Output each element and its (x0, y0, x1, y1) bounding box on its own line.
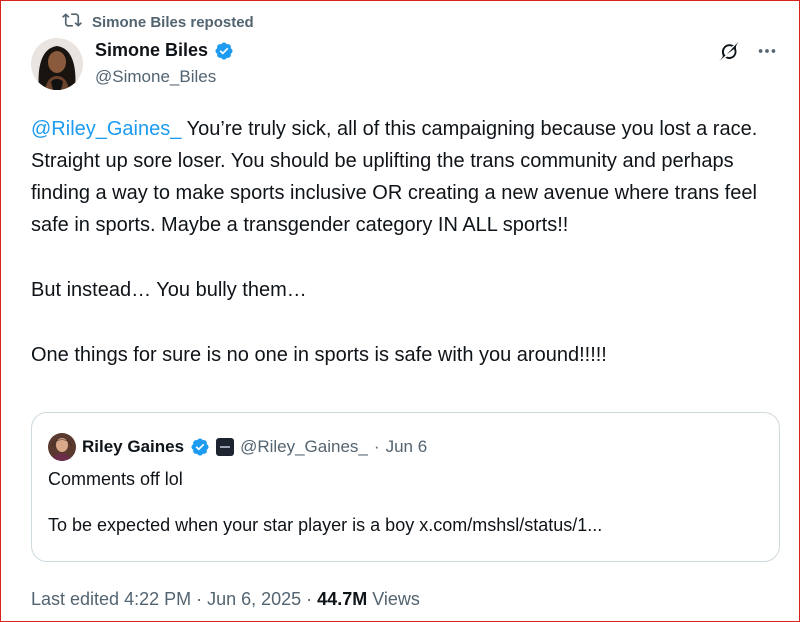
repost-text: Simone Biles reposted (92, 13, 254, 31)
views-count: 44.7M (317, 589, 368, 609)
quoted-author-handle[interactable]: @Riley_Gaines_ (240, 437, 368, 457)
tweet-footer: Last edited 4:22 PM · Jun 6, 2025 · 44.7… (31, 589, 420, 610)
quoted-tweet-body: Comments off lol To be expected when you… (48, 468, 602, 536)
edited-timestamp[interactable]: Last edited 4:22 PM · Jun 6, 2025 · (31, 589, 317, 609)
more-icon[interactable] (756, 40, 778, 67)
affiliate-badge-icon[interactable] (216, 438, 235, 456)
tweet-paragraph-2: But instead… You bully them… (31, 279, 307, 301)
author-name[interactable]: Simone Biles (95, 40, 208, 61)
verified-badge-icon[interactable] (214, 41, 234, 61)
quoted-author-avatar[interactable] (48, 433, 76, 461)
repost-indicator[interactable]: Simone Biles reposted (62, 12, 254, 32)
verified-badge-icon[interactable] (190, 437, 210, 457)
author-avatar[interactable] (31, 38, 83, 90)
author-handle[interactable]: @Simone_Biles (95, 67, 234, 87)
quoted-tweet-date[interactable]: Jun 6 (386, 437, 428, 457)
tweet-body: @Riley_Gaines_ You’re truly sick, all of… (31, 113, 786, 371)
author-info: Simone Biles @Simone_Biles (95, 40, 234, 87)
quoted-tweet-header: Riley Gaines @Riley_Gaines_ · Jun 6 (48, 433, 427, 461)
quoted-tweet[interactable]: Riley Gaines @Riley_Gaines_ · Jun 6 Comm… (31, 412, 780, 562)
grok-icon[interactable] (718, 40, 740, 67)
tweet-paragraph-3: One things for sure is no one in sports … (31, 344, 607, 366)
tweet-paragraph-1: @Riley_Gaines_ You’re truly sick, all of… (31, 113, 786, 241)
repost-icon (62, 10, 82, 34)
quoted-line-1: Comments off lol (48, 469, 183, 489)
quoted-author-name[interactable]: Riley Gaines (82, 437, 184, 457)
tweet-actions (718, 40, 778, 67)
views-label: Views (367, 589, 420, 609)
meta-separator: · (373, 437, 380, 456)
mention-link[interactable]: @Riley_Gaines_ (31, 118, 181, 140)
quoted-line-2: To be expected when your star player is … (48, 515, 603, 535)
